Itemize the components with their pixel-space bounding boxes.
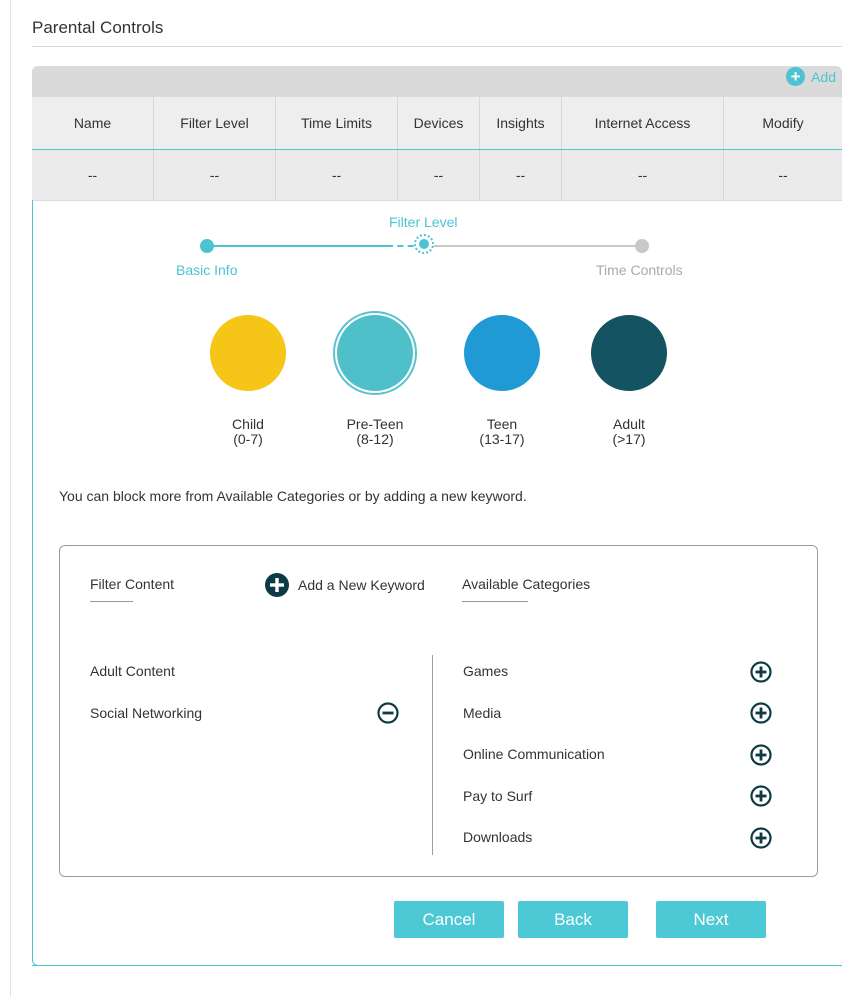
add-keyword-label: Add a New Keyword: [298, 577, 425, 593]
level-child-label: Child (0-7): [198, 417, 298, 447]
table-cell-modify: --: [778, 167, 788, 183]
level-adult-option[interactable]: [591, 315, 667, 391]
column-header-insights: Insights: [480, 97, 562, 149]
back-button[interactable]: Back: [518, 901, 628, 938]
filter-content-underline: [90, 601, 133, 602]
level-pre-teen-option[interactable]: [337, 315, 413, 391]
level-teen-option[interactable]: [464, 315, 540, 391]
filter-hint-text: You can block more from Available Catego…: [59, 488, 527, 504]
available-item-games: Games: [463, 663, 509, 679]
plus-circle-icon: [265, 573, 289, 597]
level-adult-name: Adult: [613, 416, 645, 432]
title-divider: [32, 46, 842, 47]
step-time-controls-dot: [635, 239, 649, 253]
table-toolbar: + Add: [32, 66, 842, 97]
plus-circle-icon[interactable]: [750, 744, 772, 766]
available-item-pay-to-surf: Pay to Surf: [463, 788, 533, 804]
panel-bottom-border: [32, 965, 842, 966]
level-teen-name: Teen: [486, 416, 518, 432]
table-cell-internet-access: --: [562, 150, 724, 200]
available-item-online-communication: Online Communication: [463, 746, 605, 762]
step-basic-info-dot: [200, 239, 214, 253]
step-filter-level-dot-inner: [419, 239, 429, 249]
filter-content-heading: Filter Content: [90, 576, 175, 592]
level-pre-teen-name: Pre-Teen: [346, 416, 404, 432]
stepper-remaining-line: [426, 245, 642, 247]
level-child-range: (0-7): [233, 431, 263, 447]
blocked-item-social-networking: Social Networking: [90, 705, 203, 721]
available-item-downloads: Downloads: [463, 829, 533, 845]
level-pre-teen-label: Pre-Teen (8-12): [325, 417, 425, 447]
table-row[interactable]: -- -- -- -- -- -- --: [32, 150, 842, 201]
table-cell-devices: --: [398, 150, 480, 200]
column-header-devices: Devices: [398, 97, 480, 149]
column-header-internet-access: Internet Access: [562, 97, 724, 149]
filter-column-divider: [432, 655, 433, 855]
plus-circle-icon[interactable]: [750, 785, 772, 807]
plus-circle-icon: +: [786, 67, 806, 86]
column-header-name: Name: [32, 97, 154, 149]
add-profile-label: Add: [811, 68, 836, 85]
level-pre-teen-range: (8-12): [356, 431, 394, 447]
column-header-time-limits: Time Limits: [276, 97, 398, 149]
page-left-border: [10, 0, 11, 997]
available-categories-underline: [462, 601, 528, 602]
table-header: Name Filter Level Time Limits Devices In…: [32, 97, 842, 150]
table-cell-filter-level: --: [154, 150, 276, 200]
table-cell-insights: --: [480, 150, 562, 200]
level-teen-range: (13-17): [479, 431, 525, 447]
column-header-modify: Modify: [762, 115, 804, 131]
add-keyword-button[interactable]: Add a New Keyword: [264, 572, 425, 598]
table-cell-name: --: [32, 150, 154, 200]
column-header-filter-level: Filter Level: [154, 97, 276, 149]
plus-circle-icon[interactable]: [750, 827, 772, 849]
available-item-media: Media: [463, 705, 502, 721]
plus-circle-icon[interactable]: [750, 702, 772, 724]
page-title: Parental Controls: [32, 18, 164, 37]
available-categories-heading: Available Categories: [462, 576, 591, 592]
step-filter-level-label: Filter Level: [389, 214, 458, 230]
plus-circle-icon[interactable]: [750, 661, 772, 683]
step-time-controls-label: Time Controls: [596, 262, 683, 278]
blocked-item-adult-content: Adult Content: [90, 663, 175, 679]
minus-circle-icon[interactable]: [377, 702, 399, 724]
level-adult-range: (>17): [612, 431, 646, 447]
level-adult-label: Adult (>17): [579, 417, 679, 447]
stepper-progress-line: [207, 245, 387, 247]
add-profile-button[interactable]: + Add: [786, 67, 836, 86]
table-cell-time-limits: --: [276, 150, 398, 200]
cancel-button[interactable]: Cancel: [394, 901, 504, 938]
next-button[interactable]: Next: [656, 901, 766, 938]
level-teen-label: Teen (13-17): [452, 417, 552, 447]
step-basic-info-label: Basic Info: [176, 262, 238, 278]
level-child-option[interactable]: [210, 315, 286, 391]
level-child-name: Child: [232, 416, 264, 432]
